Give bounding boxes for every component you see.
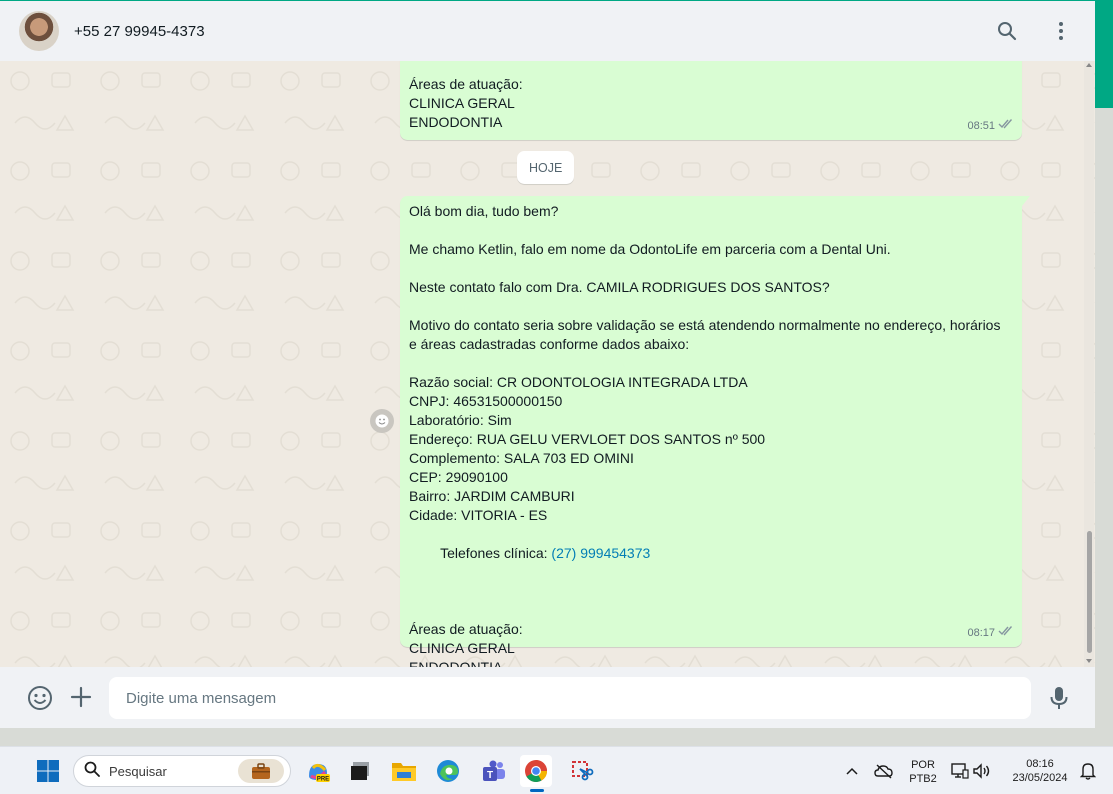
- react-emoji-icon[interactable]: [370, 409, 394, 433]
- bubble-tail: [1022, 196, 1030, 206]
- message-meta: 08:51: [967, 117, 1014, 136]
- chat-header: +55 27 99945-4373: [0, 1, 1095, 61]
- search-icon: [84, 761, 100, 782]
- snipping-tool-icon[interactable]: [566, 755, 598, 787]
- message-line: Áreas de atuação:: [409, 621, 523, 637]
- message-line: CLINICA GERAL: [409, 640, 515, 656]
- briefcase-icon: [238, 759, 284, 783]
- clock[interactable]: 08:16 23/05/2024: [1004, 757, 1076, 785]
- chat-scrollbar[interactable]: [1084, 61, 1094, 667]
- active-app-indicator: [530, 789, 544, 792]
- message-time: 08:51: [967, 120, 995, 132]
- composer-bar: [0, 667, 1095, 728]
- double-check-icon: [998, 624, 1014, 643]
- clock-date: 23/05/2024: [1012, 772, 1068, 784]
- message-line: ENDODONTIA: [409, 659, 503, 667]
- scroll-thumb[interactable]: [1087, 531, 1092, 653]
- copilot-icon[interactable]: PRE: [302, 755, 334, 787]
- taskbar-search-label: Pesquisar: [109, 763, 167, 779]
- message-line: Motivo do contato seria sobre validação …: [409, 317, 1001, 333]
- window-accent-edge: [1095, 0, 1113, 108]
- phone-label: Telefones clínica:: [440, 545, 552, 561]
- date-separator: HOJE: [517, 151, 575, 184]
- message-line: Razão social: CR ODONTOLOGIA INTEGRADA L…: [409, 374, 748, 390]
- message-line: [409, 297, 1013, 316]
- message-line: [409, 582, 1013, 601]
- phone-link[interactable]: (27) 999454373: [551, 545, 650, 561]
- message-line: [409, 354, 1013, 373]
- whatsapp-window: +55 27 99945-4373 Áreas de atuação: CLIN…: [0, 1, 1095, 728]
- search-icon[interactable]: [995, 19, 1019, 43]
- message-bubble-outgoing[interactable]: Áreas de atuação: CLINICA GERAL ENDODONT…: [400, 61, 1022, 140]
- message-bubble-outgoing[interactable]: Olá bom dia, tudo bem? Me chamo Ketlin, …: [400, 196, 1030, 667]
- message-line: Me chamo Ketlin, falo em nome da OdontoL…: [409, 241, 891, 257]
- svg-text:T: T: [487, 770, 493, 781]
- message-line: Cidade: VITORIA - ES: [409, 507, 548, 523]
- scroll-down-arrow-icon[interactable]: [1086, 659, 1092, 663]
- message-line: Olá bom dia, tudo bem?: [409, 203, 559, 219]
- message-line: CEP: 29090100: [409, 469, 508, 485]
- svg-text:PRE: PRE: [317, 777, 329, 783]
- taskbar-search-box[interactable]: Pesquisar: [73, 755, 291, 787]
- chevron-up-icon[interactable]: [836, 755, 868, 787]
- message-line: [409, 259, 1013, 278]
- message-time: 08:17: [967, 627, 995, 639]
- message-line: Neste contato falo com Dra. CAMILA RODRI…: [409, 279, 830, 295]
- message-line: [409, 221, 1013, 240]
- message-line: [409, 601, 1013, 620]
- message-line: CNPJ: 46531500000150: [409, 393, 563, 409]
- teams-icon[interactable]: T: [478, 755, 510, 787]
- message-line: Laboratório: Sim: [409, 412, 512, 428]
- message-input[interactable]: [109, 677, 1031, 719]
- message-line: CLINICA GERAL: [409, 95, 515, 111]
- windows-start-icon[interactable]: [32, 755, 64, 787]
- message-meta: 08:17: [967, 624, 1014, 643]
- attach-plus-icon[interactable]: [69, 685, 93, 714]
- message-line: Complemento: SALA 703 ED OMINI: [409, 450, 634, 466]
- onedrive-offline-icon[interactable]: [868, 755, 900, 787]
- emoji-icon[interactable]: [27, 685, 53, 716]
- double-check-icon: [998, 117, 1014, 136]
- header-actions: [995, 1, 1073, 61]
- windows-taskbar: Pesquisar PRE T POR PTB2 08:16 23/05/202…: [0, 746, 1113, 794]
- language-code: POR: [911, 759, 935, 771]
- clock-time: 08:16: [1026, 758, 1054, 770]
- edge-browser-icon[interactable]: [432, 755, 464, 787]
- message-line: Endereço: RUA GELU VERVLOET DOS SANTOS n…: [409, 431, 766, 447]
- avatar[interactable]: [19, 11, 59, 51]
- message-line: ENDODONTIA: [409, 114, 503, 130]
- contact-name[interactable]: +55 27 99945-4373: [74, 23, 205, 40]
- chrome-icon[interactable]: [520, 755, 552, 787]
- message-line: Bairro: JARDIM CAMBURI: [409, 488, 575, 504]
- kebab-menu-icon[interactable]: [1049, 19, 1073, 43]
- chat-area[interactable]: Áreas de atuação: CLINICA GERAL ENDODONT…: [0, 61, 1095, 667]
- message-line: e áreas cadastradas conforme dados abaix…: [409, 336, 690, 352]
- message-line: Áreas de atuação:: [409, 76, 523, 92]
- microphone-icon[interactable]: [1047, 685, 1071, 716]
- keyboard-layout: PTB2: [909, 773, 937, 785]
- speaker-volume-icon[interactable]: [966, 755, 998, 787]
- scroll-up-arrow-icon[interactable]: [1086, 63, 1092, 67]
- task-view-icon[interactable]: [344, 755, 376, 787]
- message-line-phone: Telefones clínica: (27) 999454373: [409, 525, 1013, 582]
- notification-bell-icon[interactable]: [1072, 755, 1104, 787]
- keyboard-language[interactable]: POR PTB2: [905, 758, 941, 786]
- file-explorer-icon[interactable]: [388, 755, 420, 787]
